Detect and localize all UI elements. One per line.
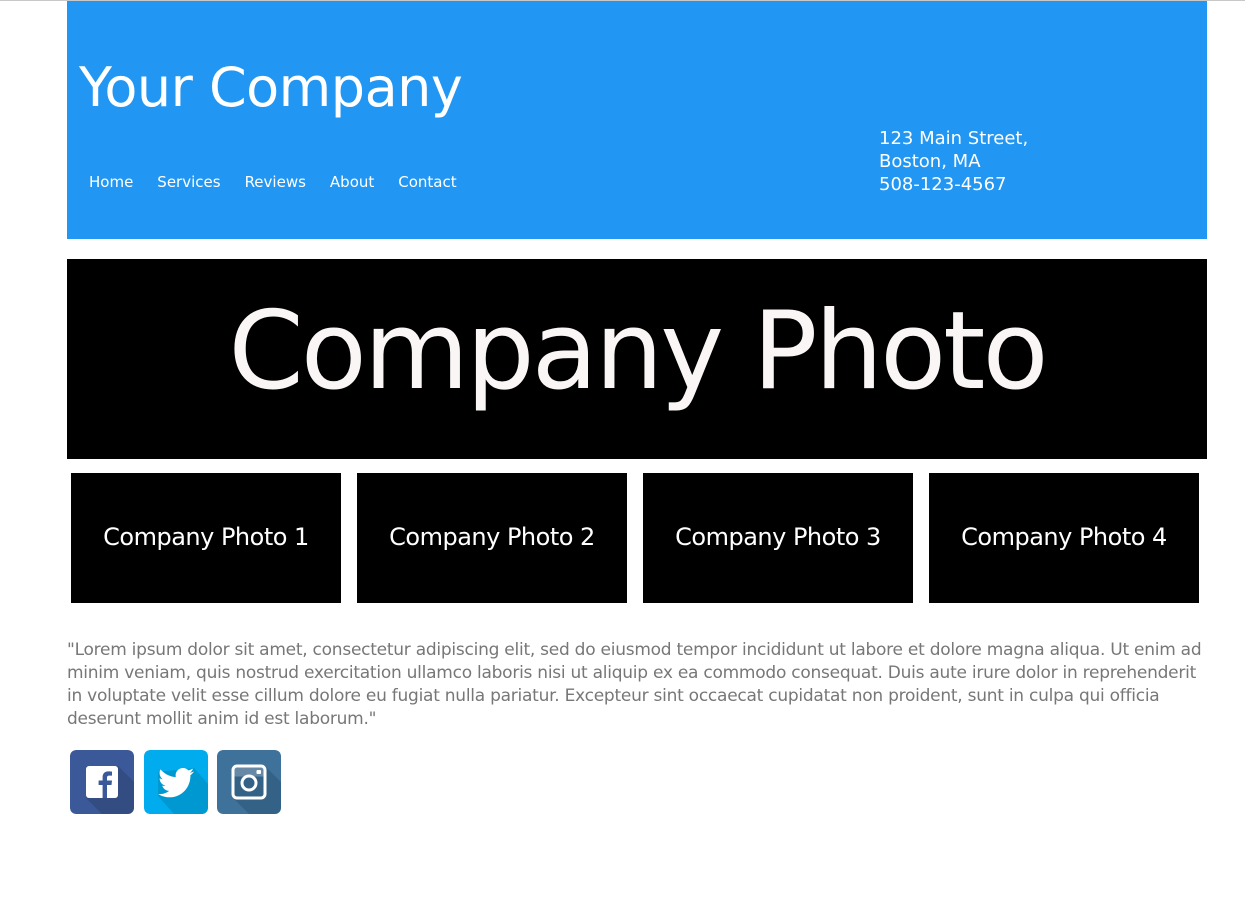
company-photo-2: Company Photo 2 [357,473,627,603]
site-header: Your Company Home Services Reviews About… [67,1,1207,239]
company-photo-4: Company Photo 4 [929,473,1199,603]
facebook-link[interactable] [70,750,134,814]
nav-reviews-link[interactable]: Reviews [233,171,318,193]
company-photo-3: Company Photo 3 [643,473,913,603]
nav-services-link[interactable]: Services [145,171,232,193]
photo-label: Company Photo 4 [961,523,1167,551]
company-name: Your Company [79,56,463,119]
company-photo-1: Company Photo 1 [71,473,341,603]
contact-address: 123 Main Street, Boston, MA 508-123-4567 [879,127,1028,196]
photo-label: Company Photo 2 [389,523,595,551]
nav-about-link[interactable]: About [318,171,386,193]
lorem-quote: "Lorem ipsum dolor sit amet, consectetur… [67,640,1202,729]
hero-company-photo: Company Photo [67,259,1207,459]
facebook-icon [70,750,134,814]
twitter-icon [144,750,208,814]
address-city: Boston, MA [879,151,981,172]
nav-contact-link[interactable]: Contact [386,171,468,193]
hero-photo-label: Company Photo [228,289,1048,414]
phone-number: 508-123-4567 [879,174,1007,195]
instagram-icon [217,750,281,814]
photo-label: Company Photo 1 [103,523,309,551]
address-street: 123 Main Street, [879,128,1029,149]
photo-label: Company Photo 3 [675,523,881,551]
nav-home-link[interactable]: Home [89,171,145,193]
main-nav: Home Services Reviews About Contact [89,171,469,193]
twitter-link[interactable] [144,750,208,814]
instagram-link[interactable] [217,750,281,814]
